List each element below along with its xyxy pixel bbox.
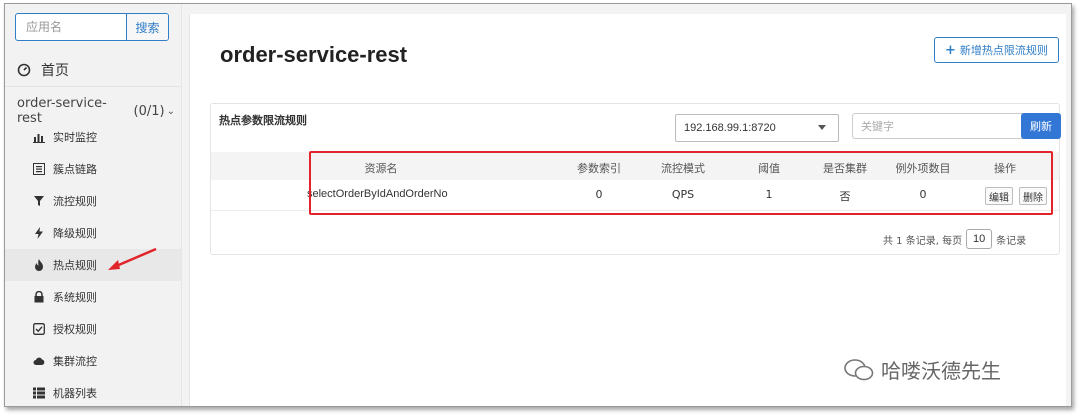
row-divider (211, 210, 1059, 211)
divider (5, 86, 181, 87)
main-content: order-service-rest + 新增热点限流规则 热点参数限流规则 1… (189, 14, 1066, 406)
column-header-resource: 资源名 (364, 162, 398, 175)
app-search-input[interactable] (16, 14, 126, 40)
menu-item-cluster-flow[interactable]: 集群流控 (5, 345, 181, 377)
menu-item-label: 簇点链路 (53, 163, 97, 176)
bolt-icon (33, 227, 45, 239)
cell-threshold: 1 (765, 188, 773, 201)
filter-icon (33, 195, 45, 207)
column-header-mode: 流控模式 (661, 162, 705, 175)
keyword-input[interactable] (852, 113, 1028, 139)
menu-item-system-rules[interactable]: 系统规则 (5, 281, 181, 313)
menu-item-label: 集群流控 (53, 355, 97, 368)
menu-item-realtime-monitor[interactable]: 实时监控 (5, 121, 181, 153)
menu-item-label: 降级规则 (53, 227, 97, 240)
menu-item-auth-rules[interactable]: 授权规则 (5, 313, 181, 345)
delete-button[interactable]: 删除 (1019, 187, 1047, 205)
edit-button[interactable]: 编辑 (985, 187, 1013, 205)
chevron-down-icon: ⌄ (166, 105, 175, 117)
cell-mode: QPS (671, 188, 695, 201)
annotation-arrow-icon (108, 247, 157, 270)
menu-item-cluster-link[interactable]: 簇点链路 (5, 153, 181, 185)
menu-item-label: 热点规则 (53, 259, 97, 272)
panel-title: 热点参数限流规则 (219, 114, 307, 127)
cloud-icon (33, 355, 45, 367)
nav-home[interactable]: 首页 (17, 60, 69, 80)
column-header-cluster: 是否集群 (823, 162, 867, 175)
app-machine-count: (0/1) (133, 103, 165, 119)
page-title: order-service-rest (220, 42, 408, 67)
column-header-param-index: 参数索引 (577, 162, 621, 175)
wechat-logo-icon (844, 358, 874, 380)
app-window: 搜索 首页 order-service-rest (0/1) ⌄ 实时监控 (4, 3, 1072, 407)
add-hotspot-rule-button[interactable]: + 新增热点限流规则 (934, 37, 1059, 63)
watermark-text: 哈喽沃德先生 (881, 359, 1001, 383)
caret-down-icon (818, 125, 826, 130)
menu-item-label: 授权规则 (53, 323, 97, 336)
menu-item-label: 实时监控 (53, 131, 97, 144)
plus-icon: + (945, 42, 956, 58)
rules-panel: 热点参数限流规则 192.168.99.1:8720 刷新 资源名 参数索引 流… (210, 103, 1061, 255)
app-search: 搜索 (15, 13, 169, 41)
check-square-icon (33, 323, 45, 335)
pagination: 共 1 条记录, 每页 条记录 (883, 229, 1026, 249)
server-list-icon (33, 387, 45, 399)
pager-suffix: 条记录 (996, 235, 1027, 247)
bar-chart-icon (33, 131, 45, 143)
sidebar: 搜索 首页 order-service-rest (0/1) ⌄ 实时监控 (5, 4, 182, 406)
pager-prefix: 共 1 条记录, 每页 (883, 235, 963, 247)
search-button[interactable]: 搜索 (126, 14, 168, 40)
cell-exceptions: 0 (919, 188, 927, 201)
page-size-input[interactable] (966, 229, 993, 249)
column-header-threshold: 阈值 (758, 162, 780, 175)
machine-select-value: 192.168.99.1:8720 (684, 122, 776, 134)
dashboard-icon (17, 63, 31, 77)
menu-item-machine-list[interactable]: 机器列表 (5, 377, 181, 406)
menu-item-degrade-rules[interactable]: 降级规则 (5, 217, 181, 249)
cell-param-index: 0 (595, 188, 603, 201)
nav-home-label: 首页 (41, 63, 69, 79)
column-header-actions: 操作 (994, 162, 1016, 175)
menu-item-flow-rules[interactable]: 流控规则 (5, 185, 181, 217)
refresh-button[interactable]: 刷新 (1021, 113, 1061, 139)
menu-item-label: 流控规则 (53, 195, 97, 208)
fire-icon (33, 259, 45, 271)
watermark: 哈喽沃德先生 (843, 355, 1001, 384)
lock-icon (33, 291, 45, 303)
cell-cluster: 否 (839, 190, 851, 203)
machine-select[interactable]: 192.168.99.1:8720 (675, 114, 839, 142)
add-button-label: 新增热点限流规则 (959, 44, 1048, 57)
column-header-exceptions: 例外项数目 (895, 162, 951, 175)
menu-item-label: 机器列表 (53, 387, 97, 400)
menu-item-label: 系统规则 (53, 291, 97, 304)
list-icon (33, 163, 45, 175)
cell-resource: selectOrderByIdAndOrderNo (307, 188, 448, 200)
